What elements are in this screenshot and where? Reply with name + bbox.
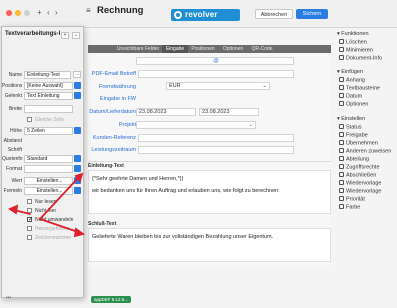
arrow-intro: [39, 177, 79, 220]
arrowhead: [8, 204, 19, 215]
arrow-closing: [39, 218, 79, 233]
arrowhead: [73, 227, 86, 238]
annotation-arrows: [8, 172, 86, 238]
